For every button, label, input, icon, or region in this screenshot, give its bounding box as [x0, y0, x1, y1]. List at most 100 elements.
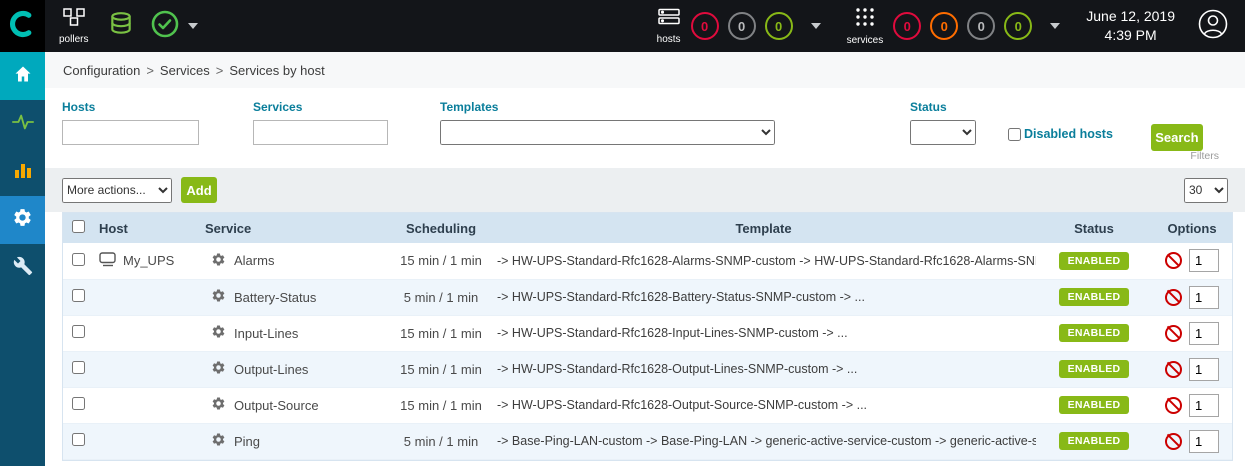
disable-icon[interactable] [1165, 289, 1182, 306]
sync-check-icon [150, 26, 180, 43]
scheduling-value: 15 min / 1 min [391, 243, 491, 279]
table-header-row: Host Service Scheduling Template Status … [63, 213, 1232, 243]
breadcrumb-services[interactable]: Services [160, 63, 210, 78]
topbar: pollers hosts [0, 0, 1245, 52]
disable-icon[interactable] [1165, 325, 1182, 342]
duplicate-count-input[interactable] [1189, 249, 1219, 272]
duplicate-count-input[interactable] [1189, 322, 1219, 345]
row-checkbox[interactable] [72, 289, 85, 302]
actions-bar: More actions... Add 30 [45, 168, 1245, 212]
database-icon [108, 25, 134, 42]
services-warning-counter[interactable]: 0 [930, 12, 958, 40]
chevron-down-icon[interactable] [1050, 23, 1060, 29]
hosts-filter-input[interactable] [62, 120, 199, 145]
disable-icon[interactable] [1165, 397, 1182, 414]
hosts-down-counter[interactable]: 0 [691, 12, 719, 40]
row-checkbox[interactable] [72, 433, 85, 446]
service-name[interactable]: Output-Source [234, 398, 319, 413]
services-filter-input[interactable] [253, 120, 388, 145]
service-name[interactable]: Alarms [234, 253, 274, 268]
platform-status[interactable] [150, 9, 180, 44]
template-value: -> HW-UPS-Standard-Rfc1628-Output-Lines-… [491, 351, 1036, 387]
disable-icon[interactable] [1165, 252, 1182, 269]
status-filter-select[interactable] [910, 120, 976, 145]
centreon-logo[interactable] [0, 0, 45, 52]
row-checkbox[interactable] [72, 253, 85, 266]
template-value: -> Base-Ping-LAN-custom -> Base-Ping-LAN… [491, 423, 1036, 459]
sidebar-item-home[interactable] [0, 52, 45, 100]
add-button[interactable]: Add [181, 177, 217, 203]
database-status[interactable] [108, 10, 134, 43]
row-checkbox[interactable] [72, 325, 85, 338]
more-actions-select[interactable]: More actions... [62, 178, 172, 203]
breadcrumb-separator: > [216, 63, 224, 78]
disable-icon[interactable] [1165, 433, 1182, 450]
search-button[interactable]: Search [1151, 124, 1203, 151]
row-checkbox[interactable] [72, 397, 85, 410]
home-icon [13, 64, 33, 89]
services-menu-button[interactable]: services [847, 7, 884, 46]
services-table: Host Service Scheduling Template Status … [62, 212, 1233, 461]
templates-filter-select[interactable] [440, 120, 775, 145]
service-gear-icon [211, 252, 226, 270]
status-badge: ENABLED [1059, 288, 1130, 306]
service-gear-icon [211, 360, 226, 378]
clock: June 12, 2019 4:39 PM [1086, 7, 1175, 45]
hosts-menu-button[interactable]: hosts [657, 8, 681, 45]
gear-icon [12, 207, 33, 233]
page-size-select[interactable]: 30 [1184, 178, 1228, 203]
clock-time: 4:39 PM [1086, 26, 1175, 45]
service-name[interactable]: Battery-Status [234, 290, 316, 305]
services-counters: 0 0 0 0 [893, 12, 1032, 40]
scheduling-value: 15 min / 1 min [391, 315, 491, 351]
breadcrumb-separator: > [146, 63, 154, 78]
status-column-header: Status [1036, 213, 1152, 243]
hosts-label: hosts [657, 34, 681, 45]
scheduling-value: 5 min / 1 min [391, 279, 491, 315]
template-value: -> HW-UPS-Standard-Rfc1628-Alarms-SNMP-c… [491, 243, 1036, 279]
services-status-menu: services 0 0 0 0 [847, 7, 1061, 46]
status-filter-label: Status [910, 100, 976, 114]
services-label: services [847, 35, 884, 46]
sidebar-item-monitoring[interactable] [0, 100, 45, 148]
centreon-logo-icon [9, 10, 37, 43]
service-name[interactable]: Output-Lines [234, 362, 308, 377]
wrench-icon [13, 256, 33, 281]
template-value: -> HW-UPS-Standard-Rfc1628-Output-Source… [491, 387, 1036, 423]
filter-bar: Hosts Services Templates Status Disabled… [45, 88, 1245, 168]
table-row: Output-Source 15 min / 1 min -> HW-UPS-S… [63, 387, 1232, 423]
disabled-hosts-checkbox[interactable] [1008, 128, 1021, 141]
user-menu[interactable] [1197, 8, 1229, 45]
pollers-menu[interactable]: pollers [59, 8, 88, 45]
service-gear-icon [211, 324, 226, 342]
services-icon [855, 7, 875, 32]
services-unknown-counter[interactable]: 0 [967, 12, 995, 40]
host-icon [99, 252, 117, 270]
hosts-unreachable-counter[interactable]: 0 [728, 12, 756, 40]
service-name[interactable]: Input-Lines [234, 326, 298, 341]
duplicate-count-input[interactable] [1189, 430, 1219, 453]
sidebar [0, 52, 45, 466]
breadcrumb: Configuration > Services > Services by h… [45, 52, 1245, 88]
sidebar-item-configuration[interactable] [0, 196, 45, 244]
duplicate-count-input[interactable] [1189, 394, 1219, 417]
duplicate-count-input[interactable] [1189, 358, 1219, 381]
row-checkbox[interactable] [72, 361, 85, 374]
service-gear-icon [211, 432, 226, 450]
duplicate-count-input[interactable] [1189, 286, 1219, 309]
select-all-checkbox[interactable] [72, 220, 85, 233]
services-critical-counter[interactable]: 0 [893, 12, 921, 40]
disable-icon[interactable] [1165, 361, 1182, 378]
host-name[interactable]: My_UPS [123, 253, 174, 268]
hosts-up-counter[interactable]: 0 [765, 12, 793, 40]
sidebar-item-administration[interactable] [0, 244, 45, 292]
chevron-down-icon[interactable] [811, 23, 821, 29]
service-name[interactable]: Ping [234, 434, 260, 449]
breadcrumb-configuration[interactable]: Configuration [63, 63, 140, 78]
hosts-icon [658, 8, 680, 31]
hosts-status-menu: hosts 0 0 0 [657, 8, 821, 45]
services-ok-counter[interactable]: 0 [1004, 12, 1032, 40]
sidebar-item-reporting[interactable] [0, 148, 45, 196]
options-column-header: Options [1152, 213, 1232, 243]
chevron-down-icon[interactable] [188, 23, 198, 29]
